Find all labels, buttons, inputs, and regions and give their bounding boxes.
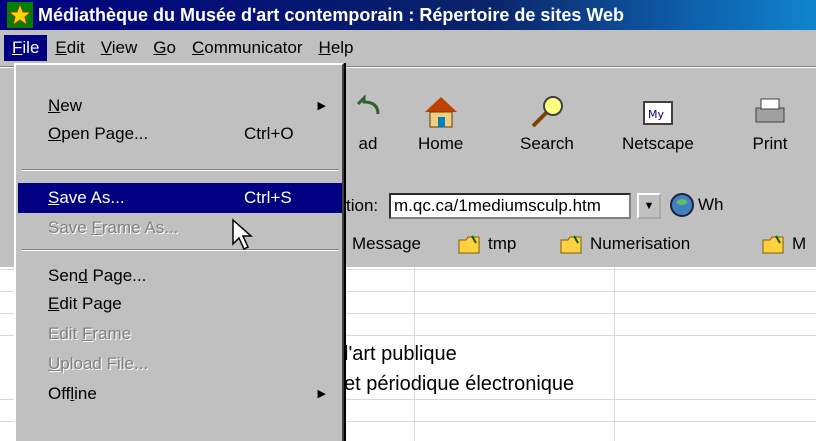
folder-icon [762, 235, 784, 254]
menu-help[interactable]: Help [311, 35, 362, 61]
whats-related-icon [670, 193, 694, 217]
bookmark-folder-m[interactable]: M [762, 234, 806, 254]
location-dropdown-button[interactable]: ▼ [637, 193, 661, 219]
netscape-button[interactable]: My Netscape [622, 94, 694, 154]
menu-separator [22, 249, 338, 251]
location-input[interactable]: m.qc.ca/1mediumsculp.htm [389, 193, 631, 219]
file-menu-dropdown: New ▶ Open Page... Ctrl+O Save As... Ctr… [14, 63, 344, 441]
file-menu-upload-file: Upload File... [48, 354, 149, 373]
content-line-periodique[interactable]: et périodique électronique [344, 373, 574, 396]
svg-text:My: My [648, 108, 664, 121]
chevron-down-icon: ▼ [643, 200, 655, 212]
location-label: tion: [346, 196, 379, 215]
bookmark-folder-tmp[interactable]: tmp [458, 234, 516, 254]
submenu-arrow-icon: ▶ [317, 388, 326, 400]
content-line-art-publique[interactable]: l'art publique [344, 343, 457, 366]
reload-button[interactable]: ad [350, 94, 386, 154]
window-title: Médiathèque du Musée d'art contemporain … [38, 4, 625, 25]
menu-bar: File Edit View Go Communicator Help [0, 32, 816, 64]
whats-related-button[interactable]: Wh [668, 190, 724, 220]
mouse-cursor-icon [232, 218, 253, 251]
folder-icon [458, 235, 480, 254]
bookmark-message[interactable]: Message [352, 234, 421, 254]
file-menu-save-as[interactable]: Save As... Ctrl+S [18, 183, 342, 213]
menu-file-rest: ile [22, 38, 40, 57]
folder-icon [560, 235, 582, 254]
file-menu-offline[interactable]: Offline ▶ [18, 379, 342, 409]
menu-file[interactable]: File [4, 35, 48, 61]
file-menu-open-page[interactable]: Open Page... Ctrl+O [18, 119, 342, 149]
shortcut-label: Ctrl+S [244, 188, 292, 207]
file-menu-send-page[interactable]: Send Page... [18, 261, 342, 291]
menu-go[interactable]: Go [145, 35, 184, 61]
print-button[interactable]: Print [752, 94, 788, 154]
menu-communicator[interactable]: Communicator [184, 35, 311, 61]
shortcut-label: Ctrl+O [244, 124, 294, 143]
file-menu-edit-page[interactable]: Edit Page [18, 289, 342, 319]
table-rule [614, 267, 615, 441]
bookmark-folder-numerisation[interactable]: Numerisation [560, 234, 690, 254]
reload-icon [356, 94, 380, 115]
netscape-icon: My [642, 101, 673, 125]
home-icon [424, 97, 457, 128]
print-icon [755, 98, 785, 123]
file-menu-save-frame-as: Save Frame As... [48, 218, 179, 237]
title-bar: Médiathèque du Musée d'art contemporain … [0, 0, 816, 30]
menu-edit[interactable]: Edit [47, 35, 92, 61]
netscape-app-icon [7, 2, 33, 28]
file-menu-new[interactable]: New ▶ [18, 91, 342, 121]
menu-view[interactable]: View [93, 35, 146, 61]
search-icon [531, 96, 563, 128]
menu-separator [22, 169, 338, 171]
home-button[interactable]: Home [418, 94, 463, 154]
search-button[interactable]: Search [520, 94, 574, 154]
file-menu-edit-frame: Edit Frame [48, 324, 132, 343]
submenu-arrow-icon: ▶ [317, 100, 326, 112]
